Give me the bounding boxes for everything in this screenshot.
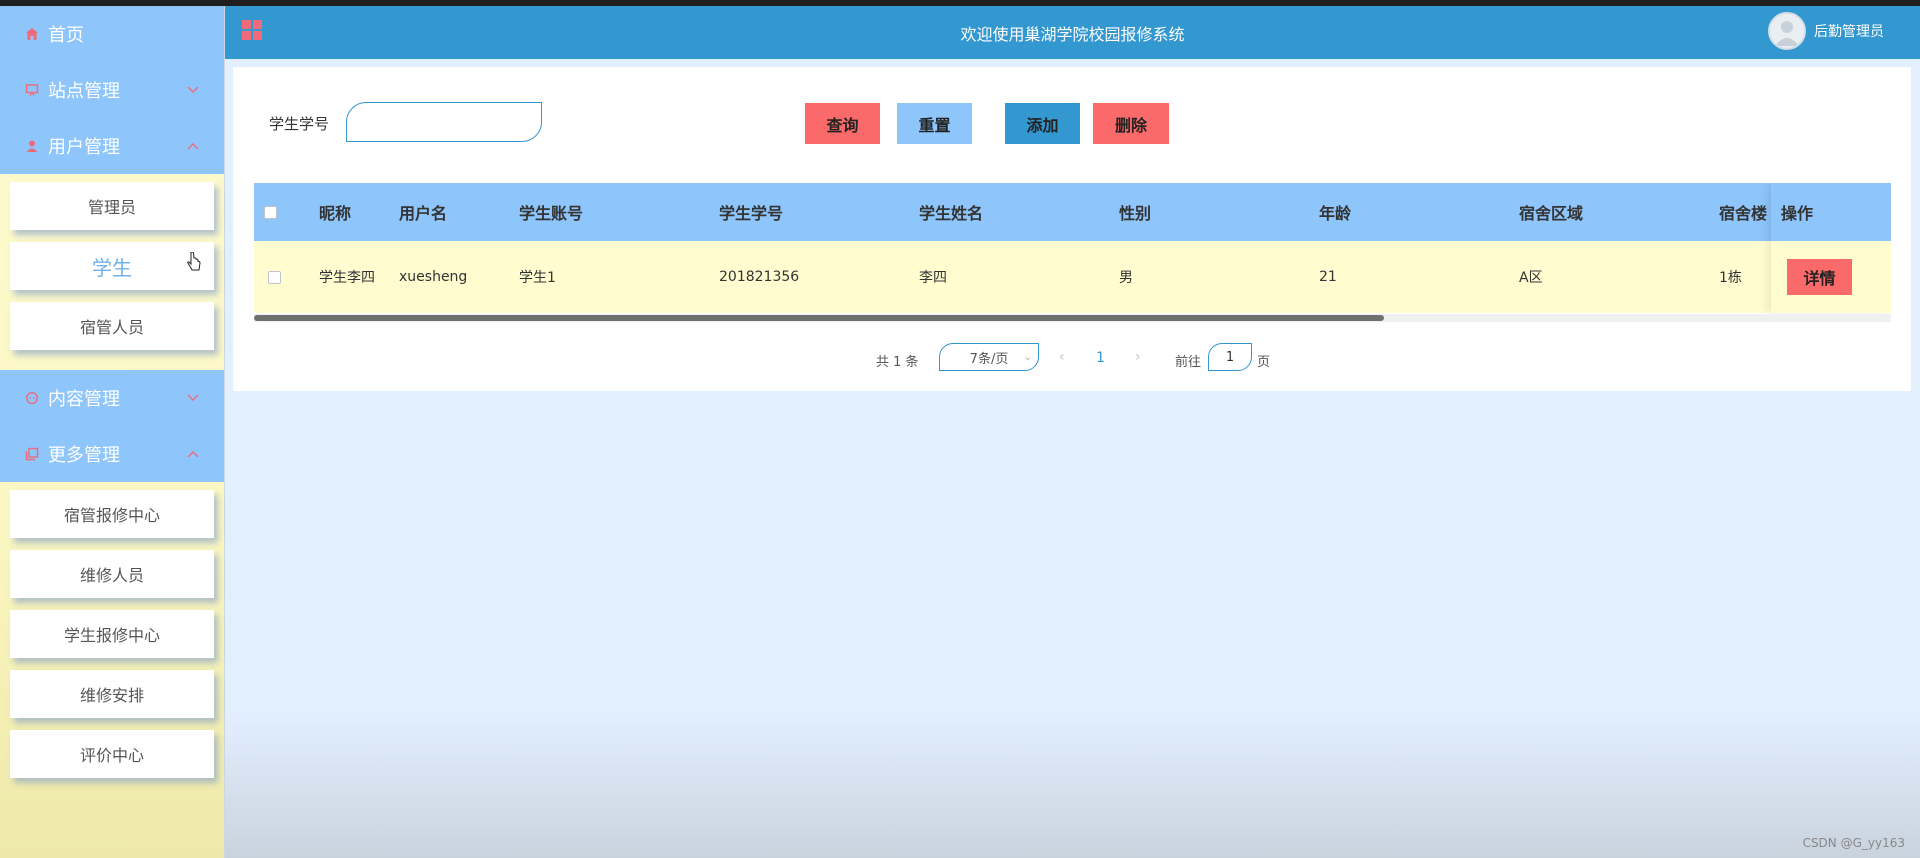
submenu-dorm-staff[interactable]: 宿管人员 — [10, 302, 214, 350]
main-content: 学生学号 查询 重置 添加 删除 昵称 用户名 学生账号 学生学号 学生姓名 性… — [225, 59, 1920, 858]
cell-gender: 男 — [1119, 270, 1133, 286]
query-button[interactable]: 查询 — [805, 103, 880, 144]
col-dorm-area: 宿舍区域 — [1519, 204, 1584, 223]
menu-home[interactable]: 首页 — [0, 6, 224, 62]
search-label: 学生学号 — [269, 115, 330, 133]
reset-button[interactable]: 重置 — [897, 103, 972, 144]
submenu-student[interactable]: 学生 — [10, 242, 214, 290]
page-word: 页 — [1257, 355, 1271, 370]
chevron-up-icon — [186, 139, 200, 153]
cell-username: xuesheng — [399, 269, 468, 285]
header-title: 欢迎使用巢湖学院校园报修系统 — [960, 24, 1185, 44]
select-all-checkbox[interactable] — [264, 183, 277, 241]
col-username: 用户名 — [399, 204, 448, 223]
submenu-review-center[interactable]: 评价中心 — [10, 730, 214, 778]
chevron-down-icon: ⌄ — [1023, 352, 1032, 363]
home-icon — [24, 26, 40, 42]
user-menu[interactable]: 后勤管理员 — [1768, 12, 1884, 50]
student-table: 昵称 用户名 学生账号 学生学号 学生姓名 性别 年龄 宿舍区域 宿舍楼 学生李… — [254, 183, 1891, 327]
avatar — [1768, 12, 1806, 50]
operation-cell: 详情 — [1771, 241, 1891, 313]
cell-student-account: 学生1 — [519, 270, 556, 286]
table-header: 昵称 用户名 学生账号 学生学号 学生姓名 性别 年龄 宿舍区域 宿舍楼 — [254, 183, 1891, 241]
col-student-name: 学生姓名 — [919, 204, 984, 223]
menu-content-management[interactable]: 内容管理 — [0, 370, 224, 426]
add-button[interactable]: 添加 — [1005, 103, 1080, 144]
page-size-value: 7条/页 — [969, 351, 1009, 367]
chevron-down-icon — [186, 391, 200, 405]
row-checkbox[interactable] — [268, 241, 281, 313]
copy-icon — [24, 446, 40, 462]
col-student-id: 学生学号 — [719, 204, 784, 223]
menu-content-management-label: 内容管理 — [48, 389, 120, 410]
delete-button[interactable]: 删除 — [1093, 103, 1169, 144]
cell-dorm-building: 1栋 — [1719, 270, 1742, 286]
cell-nickname: 学生李四 — [319, 270, 375, 286]
submenu-repair-schedule[interactable]: 维修安排 — [10, 670, 214, 718]
submenu-repair-staff[interactable]: 维修人员 — [10, 550, 214, 598]
col-nickname: 昵称 — [319, 204, 352, 223]
menu-user-management-label: 用户管理 — [48, 137, 120, 158]
menu-user-management[interactable]: 用户管理 — [0, 118, 224, 174]
submenu-dorm-repair-center[interactable]: 宿管报修中心 — [10, 490, 214, 538]
top-header: 欢迎使用巢湖学院校园报修系统 后勤管理员 — [225, 6, 1920, 59]
table-row: 学生李四 xuesheng 学生1 201821356 李四 男 21 A区 1… — [254, 241, 1891, 313]
col-operation: 操作 — [1771, 183, 1891, 241]
user-icon — [24, 138, 40, 154]
operation-column: 操作 详情 — [1771, 183, 1891, 313]
detail-button[interactable]: 详情 — [1787, 259, 1852, 295]
content-panel: 学生学号 查询 重置 添加 删除 昵称 用户名 学生账号 学生学号 学生姓名 性… — [233, 67, 1911, 391]
cell-student-id: 201821356 — [719, 269, 800, 285]
col-gender: 性别 — [1119, 204, 1152, 223]
next-page-icon[interactable]: › — [1135, 349, 1141, 365]
scrollbar-thumb[interactable] — [254, 315, 1384, 321]
cell-student-name: 李四 — [919, 270, 947, 286]
prev-page-icon[interactable]: ‹ — [1059, 349, 1065, 365]
chevron-down-icon — [186, 83, 200, 97]
sidebar: 首页 站点管理 用户管理 管理员 学生 宿管人员 内容管理 更多管理 宿管报修中… — [0, 6, 225, 858]
page-size-select[interactable]: 7条/页 ⌄ — [939, 343, 1039, 371]
submenu-student-repair-center[interactable]: 学生报修中心 — [10, 610, 214, 658]
hand-cursor-icon — [186, 251, 202, 278]
pagination: 共 1 条 7条/页 ⌄ ‹ 1 › 前往 1 页 — [233, 343, 1911, 373]
col-age: 年龄 — [1319, 204, 1352, 223]
watermark: CSDN @G_yy163 — [1802, 836, 1905, 850]
menu-more-management[interactable]: 更多管理 — [0, 426, 224, 482]
monitor-icon — [24, 82, 40, 98]
menu-more-management-label: 更多管理 — [48, 445, 120, 466]
cell-age: 21 — [1319, 269, 1337, 285]
horizontal-scrollbar[interactable] — [254, 314, 1891, 322]
goto-label: 前往 — [1175, 355, 1202, 370]
more-submenu: 宿管报修中心 维修人员 学生报修中心 维修安排 评价中心 — [0, 482, 224, 798]
col-dorm-building: 宿舍楼 — [1719, 204, 1768, 223]
col-student-account: 学生账号 — [519, 204, 584, 223]
cell-dorm-area: A区 — [1519, 270, 1543, 286]
menu-home-label: 首页 — [48, 25, 84, 46]
chevron-up-icon — [186, 447, 200, 461]
goto-page-input[interactable]: 1 — [1208, 343, 1252, 371]
user-name: 后勤管理员 — [1814, 24, 1884, 40]
submenu-admin[interactable]: 管理员 — [10, 182, 214, 230]
pagination-total: 共 1 条 — [876, 355, 919, 370]
menu-site-management[interactable]: 站点管理 — [0, 62, 224, 118]
menu-site-management-label: 站点管理 — [48, 81, 120, 102]
current-page-number[interactable]: 1 — [1096, 350, 1105, 366]
chat-icon — [24, 390, 40, 406]
student-id-input[interactable] — [346, 102, 542, 142]
